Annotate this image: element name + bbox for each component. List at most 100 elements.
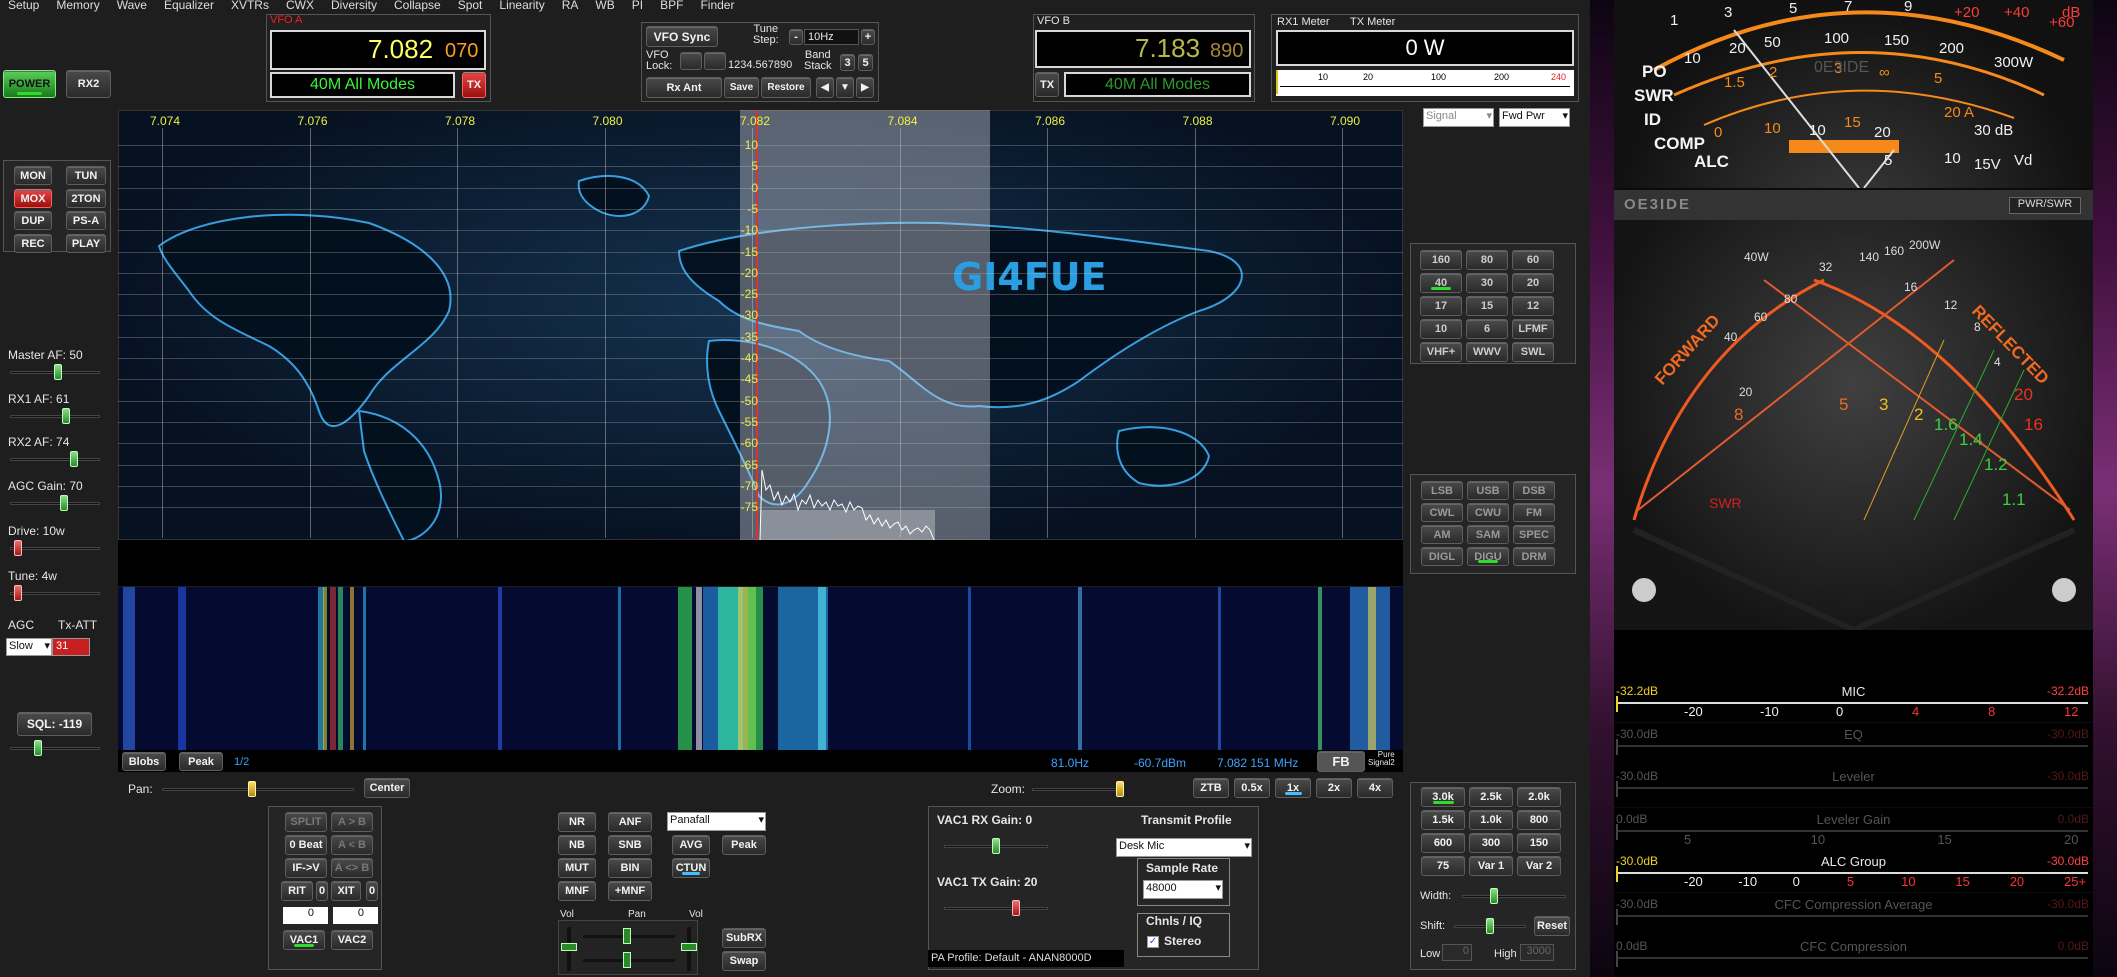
mode-spec-button[interactable]: SPEC	[1513, 525, 1555, 544]
filter-button[interactable]: 75	[1421, 856, 1465, 876]
vfo-b-tx-button[interactable]: TX	[1035, 72, 1059, 97]
dup-button[interactable]: DUP	[14, 211, 52, 230]
band-60-button[interactable]: 60	[1512, 250, 1554, 270]
zoom-1x-button[interactable]: 1x	[1275, 778, 1311, 798]
stack-next-icon[interactable]: ▶	[856, 77, 874, 98]
menu-item[interactable]: CWX	[278, 0, 323, 12]
pwr-swr-select[interactable]: PWR/SWR	[2009, 197, 2081, 214]
subrx-button[interactable]: SubRX	[722, 928, 766, 948]
filter-button[interactable]: 1.5k	[1421, 810, 1465, 830]
mode-am-button[interactable]: AM	[1421, 525, 1463, 544]
peak-button[interactable]: Peak	[179, 752, 223, 771]
reset-button[interactable]: Reset	[1534, 916, 1570, 936]
ifv-button[interactable]: IF->V	[285, 858, 327, 878]
menu-item[interactable]: RA	[554, 0, 588, 12]
vfo-sync-button[interactable]: VFO Sync	[646, 26, 718, 47]
filter-button[interactable]: Var 2	[1517, 856, 1561, 876]
vac1-button[interactable]: VAC1	[283, 930, 325, 950]
band-20-button[interactable]: 20	[1512, 273, 1554, 293]
pan-slider[interactable]	[158, 781, 358, 797]
menu-item[interactable]: Spot	[450, 0, 492, 12]
tx-meter-select[interactable]: Fwd Pwr	[1499, 108, 1570, 127]
mon-button[interactable]: MON	[14, 166, 52, 185]
stereo-checkbox[interactable]: ✓	[1147, 936, 1159, 948]
mut-button[interactable]: MUT	[558, 858, 596, 878]
vac2-button[interactable]: VAC2	[331, 930, 373, 950]
atob-button[interactable]: A > B	[331, 812, 373, 832]
restore-button[interactable]: Restore	[761, 77, 811, 98]
mode-fm-button[interactable]: FM	[1513, 503, 1555, 522]
aswap-button[interactable]: A <> B	[331, 858, 373, 878]
waterfall-display[interactable]	[118, 587, 1403, 750]
vfo-a-mode[interactable]: 40M All Modes	[270, 72, 455, 98]
band-6-button[interactable]: 6	[1466, 319, 1508, 339]
mode-usb-button[interactable]: USB	[1467, 481, 1509, 500]
mode-dsb-button[interactable]: DSB	[1513, 481, 1555, 500]
stack-prev-icon[interactable]: ◀	[816, 77, 834, 98]
width-slider[interactable]	[1458, 888, 1570, 904]
vfo-b-mode[interactable]: 40M All Modes	[1064, 72, 1251, 97]
rit-value-field[interactable]: 0	[283, 907, 328, 924]
mode-cwl-button[interactable]: CWL	[1421, 503, 1463, 522]
band-17-button[interactable]: 17	[1420, 296, 1462, 316]
center-button[interactable]: Center	[364, 778, 410, 798]
band-lfmf-button[interactable]: LFMF	[1512, 319, 1554, 339]
zoom-4x-button[interactable]: 4x	[1357, 778, 1393, 798]
left-slider-3[interactable]	[6, 495, 104, 511]
menu-item[interactable]: XVTRs	[223, 0, 278, 12]
rx-ant-button[interactable]: Rx Ant	[646, 77, 722, 98]
nr-button[interactable]: NR	[558, 812, 596, 832]
high-field[interactable]: 3000	[1520, 944, 1554, 961]
menu-item[interactable]: Wave	[109, 0, 156, 12]
ps-a-button[interactable]: PS-A	[66, 211, 106, 230]
save-button[interactable]: Save	[724, 77, 759, 98]
filter-button[interactable]: 600	[1421, 833, 1465, 853]
transmit-profile-select[interactable]: Desk Mic	[1116, 838, 1252, 857]
band-stack-5[interactable]: 5	[858, 54, 873, 71]
band-12-button[interactable]: 12	[1512, 296, 1554, 316]
pmnf-button[interactable]: +MNF	[608, 881, 652, 901]
band-stack-3[interactable]: 3	[840, 54, 855, 71]
vac-rx-gain-slider[interactable]	[940, 838, 1052, 854]
mnf-button[interactable]: MNF	[558, 881, 596, 901]
rx2-button[interactable]: RX2	[66, 70, 111, 98]
left-slider-1[interactable]	[6, 408, 104, 424]
xit0-button[interactable]: 0	[366, 881, 378, 901]
band-15-button[interactable]: 15	[1466, 296, 1508, 316]
lock-button-1[interactable]	[680, 52, 702, 70]
left-slider-4[interactable]	[6, 540, 104, 556]
split-button[interactable]: SPLIT	[285, 812, 327, 832]
mode-digu-button[interactable]: DIGU	[1467, 547, 1509, 566]
left-slider-2[interactable]	[6, 451, 104, 467]
rit0-button[interactable]: 0	[316, 881, 328, 901]
ztb-button[interactable]: ZTB	[1193, 778, 1229, 798]
band-160-button[interactable]: 160	[1420, 250, 1462, 270]
menu-item[interactable]: Collapse	[386, 0, 450, 12]
band-swl-button[interactable]: SWL	[1512, 342, 1554, 362]
power-button[interactable]: POWER	[3, 70, 56, 98]
rx-mix-sliders[interactable]	[558, 920, 698, 975]
tun-button[interactable]: TUN	[66, 166, 106, 185]
swap-button[interactable]: Swap	[722, 951, 766, 971]
mode-cwu-button[interactable]: CWU	[1467, 503, 1509, 522]
band-vhf+-button[interactable]: VHF+	[1420, 342, 1462, 362]
rec-button[interactable]: REC	[14, 234, 52, 253]
filter-button[interactable]: 150	[1517, 833, 1561, 853]
filter-button[interactable]: 1.0k	[1469, 810, 1513, 830]
nb-button[interactable]: NB	[558, 835, 596, 855]
lock-button-2[interactable]	[704, 52, 726, 70]
bin-button[interactable]: BIN	[608, 858, 652, 878]
txatt-field[interactable]: 31	[52, 638, 90, 656]
play-button[interactable]: PLAY	[66, 234, 106, 253]
band-40-button[interactable]: 40	[1420, 273, 1462, 293]
snb-button[interactable]: SNB	[608, 835, 652, 855]
menu-item[interactable]: PI	[624, 0, 652, 12]
anf-button[interactable]: ANF	[608, 812, 652, 832]
step-plus-button[interactable]: +	[861, 29, 875, 45]
ctun-button[interactable]: CTUN	[672, 858, 710, 878]
left-slider-5[interactable]	[6, 585, 104, 601]
filter-button[interactable]: 3.0k	[1421, 787, 1465, 807]
display-mode-select[interactable]: Panafall	[667, 812, 766, 831]
menu-item[interactable]: Linearity	[491, 0, 553, 12]
menu-item[interactable]: WB	[587, 0, 623, 12]
